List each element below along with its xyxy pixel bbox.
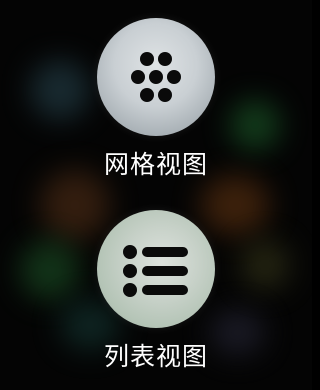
view-switcher-screen: 网格视图 列表视图 xyxy=(0,0,312,390)
grid-view-button[interactable] xyxy=(97,18,215,136)
grid-dots-icon xyxy=(131,52,181,102)
list-bullets-icon xyxy=(123,245,188,297)
grid-view-label: 网格视图 xyxy=(103,150,208,179)
grid-view-option[interactable]: 网格视图 xyxy=(0,18,312,180)
list-view-option[interactable]: 列表视图 xyxy=(0,210,312,372)
list-view-label: 列表视图 xyxy=(103,342,208,371)
list-view-button[interactable] xyxy=(97,210,215,328)
